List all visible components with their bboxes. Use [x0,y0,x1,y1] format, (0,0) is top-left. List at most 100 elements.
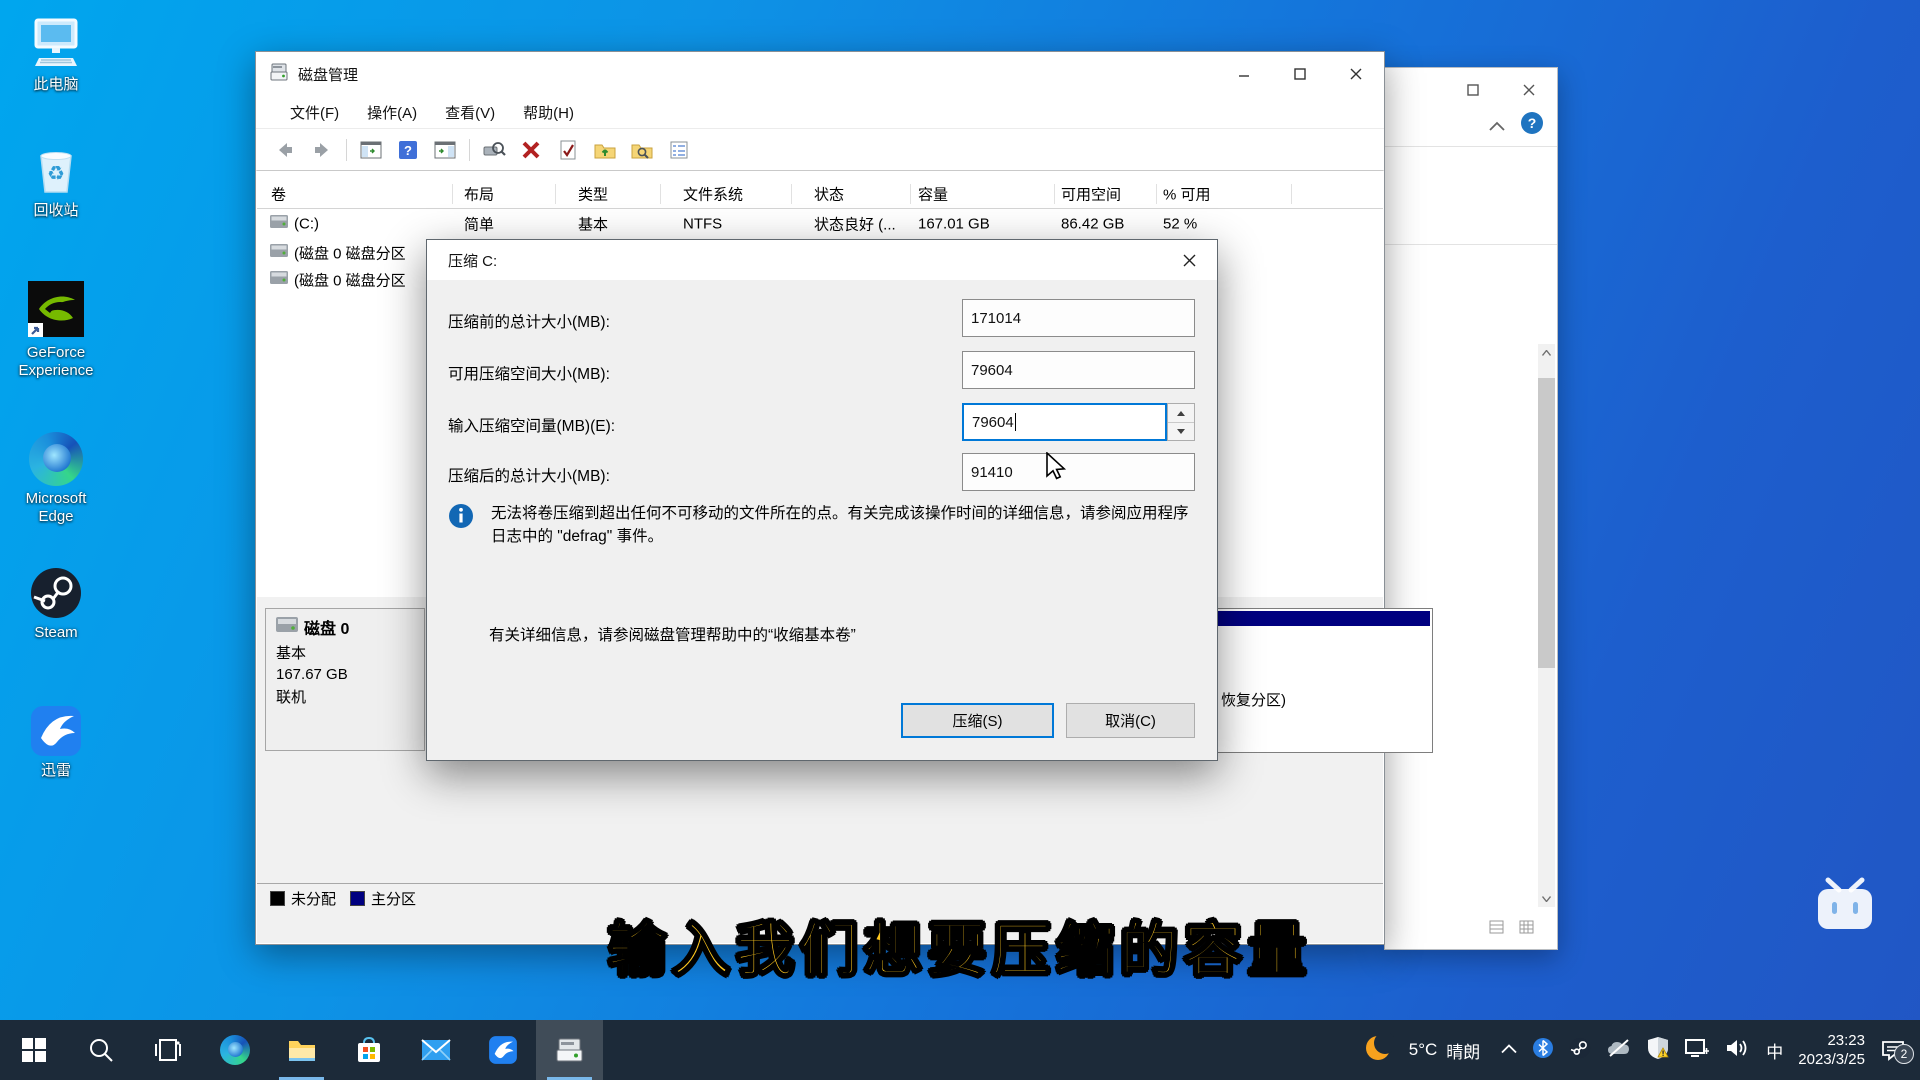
scrollbar[interactable] [1538,344,1555,907]
menu-action[interactable]: 操作(A) [353,98,431,127]
disk0-size: 167.67 GB [276,666,424,683]
desktop-icon-geforce[interactable]: GeForce Experience [6,282,106,380]
tray-date: 2023/3/25 [1798,1051,1865,1068]
volume-icon [270,244,288,262]
clock[interactable]: 23:23 2023/3/25 [1798,1031,1865,1069]
console-tree-icon[interactable] [358,137,384,163]
spinner [1167,403,1195,441]
thunder-taskbar-icon[interactable] [469,1020,536,1080]
list-header[interactable]: 卷 布局 类型 文件系统 状态 容量 可用空间 % 可用 [257,180,1383,209]
disk0-panel[interactable]: 磁盘 0 基本 167.67 GB 联机 [265,608,425,751]
menu-view[interactable]: 查看(V) [431,98,509,127]
disk0-name: 磁盘 0 [304,615,349,639]
title-bar[interactable]: 磁盘管理 [256,52,1384,96]
cancel-button[interactable]: 取消(C) [1066,703,1195,738]
shrink-button[interactable]: 压缩(S) [901,703,1054,738]
toolbar-separator [469,139,470,161]
column-header[interactable]: 文件系统 [683,184,743,205]
field-value: 171014 [971,310,1021,327]
folder-up-icon[interactable] [592,137,618,163]
window-title: 磁盘管理 [298,64,358,85]
background-window[interactable]: ? [1384,67,1558,950]
column-header[interactable]: % 可用 [1163,184,1211,205]
mail-taskbar-icon[interactable] [402,1020,469,1080]
mouse-cursor [1045,452,1069,485]
maximize-icon[interactable] [1272,52,1328,96]
disk0-type: 基本 [276,642,424,663]
chevron-up-icon[interactable] [1489,118,1505,136]
help-icon[interactable]: ? [395,137,421,163]
column-header[interactable]: 卷 [271,184,286,205]
scrollbar-thumb[interactable] [1538,378,1555,668]
ime-indicator[interactable]: 中 [1766,1038,1783,1063]
tray-chevron-up-icon[interactable] [1501,1041,1517,1059]
spinner-down-icon[interactable] [1168,422,1194,440]
notification-center-icon[interactable]: 2 [1880,1038,1906,1062]
minimize-icon[interactable] [1216,52,1272,96]
table-row-c[interactable]: (C:) 简单 基本 NTFS 状态良好 (... 167.01 GB 86.4… [257,210,1383,237]
desktop-icon-label: 此电脑 [6,76,106,94]
thunder-icon [6,700,106,758]
cell-percent: 52 % [1163,215,1197,232]
disk-management-taskbar-icon[interactable] [536,1020,603,1080]
menu-file[interactable]: 文件(F) [276,98,353,127]
weather-condition[interactable]: 晴朗 [1446,1038,1480,1063]
maximize-icon[interactable] [1445,68,1501,112]
column-header[interactable]: 类型 [578,184,608,205]
volume-speaker-icon[interactable] [1725,1037,1751,1064]
toolbar-separator [346,139,347,161]
field-label: 压缩后的总计大小(MB): [448,464,610,486]
column-header[interactable]: 布局 [464,184,494,205]
menu-help[interactable]: 帮助(H) [509,98,588,127]
geforce-experience-icon [6,282,106,340]
steam-tray-icon[interactable] [1569,1037,1591,1064]
close-icon[interactable] [1501,68,1557,112]
desktop-icon-recycle-bin[interactable]: ♻ 回收站 [6,140,106,220]
desktop-icon-this-pc[interactable]: 此电脑 [6,14,106,94]
folder-search-icon[interactable] [629,137,655,163]
column-header[interactable]: 可用空间 [1061,184,1121,205]
action-pane-icon[interactable] [432,137,458,163]
desktop-icon-steam[interactable]: Steam [6,562,106,642]
desktop-icon-label: GeForce Experience [6,344,106,380]
scroll-up-icon[interactable] [1538,344,1555,361]
field-label: 输入压缩空间量(MB)(E): [448,414,615,436]
shrink-amount-input[interactable]: 79604 [962,403,1167,441]
file-explorer-taskbar-icon[interactable] [268,1020,335,1080]
dialog-title-bar[interactable]: 压缩 C: [427,240,1217,280]
bluetooth-icon[interactable] [1532,1037,1554,1064]
back-icon[interactable] [272,137,298,163]
volume-icon [270,215,288,233]
delete-icon[interactable] [518,137,544,163]
cell-status: 状态良好 (... [814,213,896,234]
store-taskbar-icon[interactable] [335,1020,402,1080]
task-view-button[interactable] [134,1020,201,1080]
total-before-field: 171014 [962,299,1195,337]
forward-icon[interactable] [309,137,335,163]
spinner-up-icon[interactable] [1168,404,1194,423]
close-icon[interactable] [1161,240,1217,280]
taskbar: 5°C 晴朗 中 23: [0,1020,1920,1080]
onedrive-paused-icon[interactable] [1606,1038,1632,1063]
weather-moon-icon[interactable] [1364,1033,1394,1068]
dialog-title: 压缩 C: [448,250,497,271]
close-icon[interactable] [1328,52,1384,96]
checklist-icon[interactable] [666,137,692,163]
properties-icon[interactable] [481,137,507,163]
weather-temp[interactable]: 5°C [1409,1040,1438,1060]
search-button[interactable] [67,1020,134,1080]
column-header[interactable]: 容量 [918,184,948,205]
desktop-icon-edge[interactable]: Microsoft Edge [6,428,106,526]
field-value: 79604 [972,414,1014,431]
security-shield-icon[interactable] [1647,1036,1669,1065]
column-header[interactable]: 状态 [814,184,844,205]
help-icon[interactable]: ? [1521,112,1543,134]
tray-time: 23:23 [1827,1032,1865,1049]
desktop-icon-thunder[interactable]: 迅雷 [6,700,106,780]
start-button[interactable] [0,1020,67,1080]
edge-taskbar-icon[interactable] [201,1020,268,1080]
svg-text:♻: ♻ [47,163,65,185]
available-shrink-field: 79604 [962,351,1195,389]
network-display-icon[interactable] [1684,1037,1710,1064]
check-document-icon[interactable] [555,137,581,163]
